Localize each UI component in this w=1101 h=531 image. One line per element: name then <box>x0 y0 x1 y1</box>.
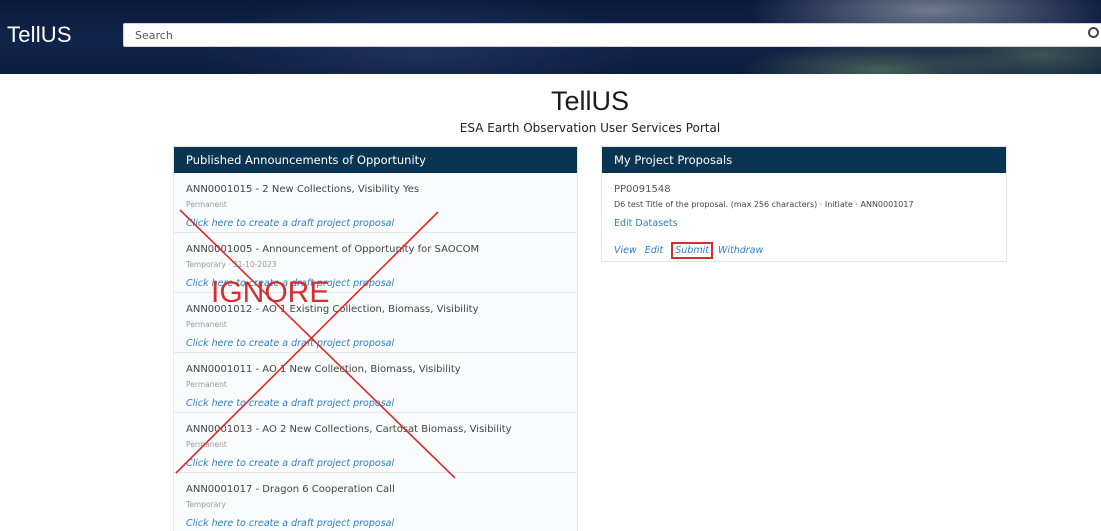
proposals-heading: My Project Proposals <box>602 147 1006 173</box>
create-draft-link[interactable]: Click here to create a draft project pro… <box>186 397 394 410</box>
list-item: ANN0001005 - Announcement of Opportunity… <box>174 233 577 293</box>
announcement-type: Permanent <box>186 320 227 329</box>
withdraw-link[interactable]: Withdraw <box>718 245 763 256</box>
announcement-type: Temporary · 31-10-2023 <box>186 260 277 269</box>
view-link[interactable]: View <box>614 245 637 256</box>
submit-link[interactable]: Submit <box>671 242 713 259</box>
create-draft-link[interactable]: Click here to create a draft project pro… <box>186 517 394 530</box>
announcement-title: ANN0001012 - AO 1 Existing Collection, B… <box>186 304 479 315</box>
announcement-title: ANN0001005 - Announcement of Opportunity… <box>186 244 480 255</box>
announcement-type: Permanent <box>186 200 227 209</box>
proposals-heading-text: My Project Proposals <box>614 153 733 167</box>
create-draft-link[interactable]: Click here to create a draft project pro… <box>186 457 394 470</box>
header-banner: TellUS <box>0 0 1101 74</box>
list-item: ANN0001011 - AO 1 New Collection, Biomas… <box>174 353 577 413</box>
create-draft-link[interactable]: Click here to create a draft project pro… <box>186 217 394 230</box>
list-item: ANN0001012 - AO 1 Existing Collection, B… <box>174 293 577 353</box>
list-item: ANN0001013 - AO 2 New Collections, Carto… <box>174 413 577 473</box>
announcement-type: Permanent <box>186 440 227 449</box>
search-icon[interactable] <box>1088 27 1099 38</box>
announcement-type: Permanent <box>186 380 227 389</box>
proposal-description: D6 test Title of the proposal. (max 256 … <box>614 200 914 209</box>
announcement-title: ANN0001015 - 2 New Collections, Visibili… <box>186 184 420 195</box>
page-subtitle: ESA Earth Observation User Services Port… <box>459 121 721 135</box>
brand-logo[interactable]: TellUS <box>7 22 72 48</box>
proposals-panel: My Project Proposals PP0091548 D6 test T… <box>601 146 1007 262</box>
search-input[interactable] <box>123 23 1101 47</box>
announcement-title: ANN0001013 - AO 2 New Collections, Carto… <box>186 424 512 435</box>
edit-datasets-link[interactable]: Edit Datasets <box>614 217 678 231</box>
proposal-actions: View Edit Submit Withdraw <box>614 242 994 259</box>
proposal-item: PP0091548 D6 test Title of the proposal.… <box>602 173 1006 266</box>
announcement-title: ANN0001011 - AO 1 New Collection, Biomas… <box>186 364 461 375</box>
edit-link[interactable]: Edit <box>645 245 663 256</box>
announcement-title: ANN0001017 - Dragon 6 Cooperation Call <box>186 484 395 495</box>
proposal-id: PP0091548 <box>614 184 671 195</box>
list-item: ANN0001015 - 2 New Collections, Visibili… <box>174 173 577 233</box>
announcements-heading-text: Published Announcements of Opportunity <box>186 153 426 167</box>
list-item: ANN0001017 - Dragon 6 Cooperation Call T… <box>174 473 577 531</box>
announcement-type: Temporary <box>186 500 226 509</box>
create-draft-link[interactable]: Click here to create a draft project pro… <box>186 337 394 350</box>
announcements-heading: Published Announcements of Opportunity <box>174 147 577 173</box>
announcements-panel: Published Announcements of Opportunity A… <box>173 146 578 531</box>
page-title: TellUS <box>550 86 630 116</box>
create-draft-link[interactable]: Click here to create a draft project pro… <box>186 277 394 290</box>
